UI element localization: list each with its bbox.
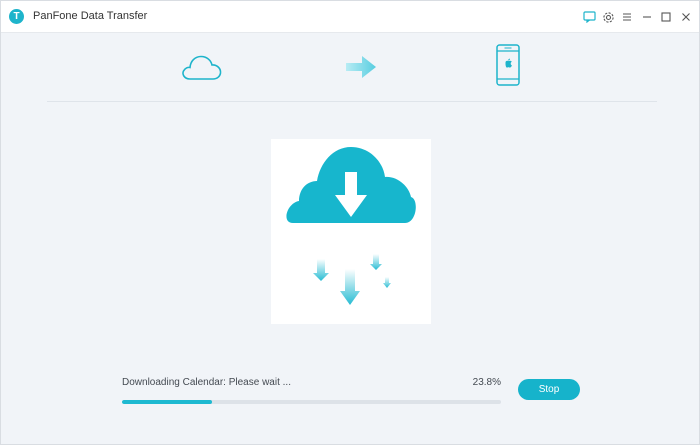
close-icon[interactable]	[678, 9, 694, 25]
app-window: T PanFone Data Transfer Downloading Cale…	[0, 0, 700, 445]
progress-bar-fill	[122, 400, 213, 404]
gear-icon[interactable]	[600, 9, 616, 25]
menu-icon[interactable]	[619, 9, 635, 25]
download-illustration	[271, 139, 431, 324]
progress-percent: 23.8%	[472, 377, 501, 388]
app-title: PanFone Data Transfer	[33, 10, 148, 22]
stop-button[interactable]: Stop	[518, 379, 580, 400]
arrow-right-icon	[345, 55, 377, 84]
progress-status-text: Downloading Calendar: Please wait ...	[122, 377, 291, 388]
app-logo: T	[9, 9, 24, 24]
cloud-icon	[181, 52, 223, 87]
cloud-download-icon	[286, 147, 416, 223]
iphone-icon	[495, 44, 521, 91]
minimize-icon[interactable]	[639, 9, 655, 25]
falling-arrows-icon	[313, 254, 391, 305]
title-bar: T PanFone Data Transfer	[1, 1, 699, 33]
feedback-icon[interactable]	[581, 9, 597, 25]
maximize-icon[interactable]	[658, 9, 674, 25]
transfer-steps	[47, 34, 657, 102]
progress-bar	[122, 400, 501, 404]
